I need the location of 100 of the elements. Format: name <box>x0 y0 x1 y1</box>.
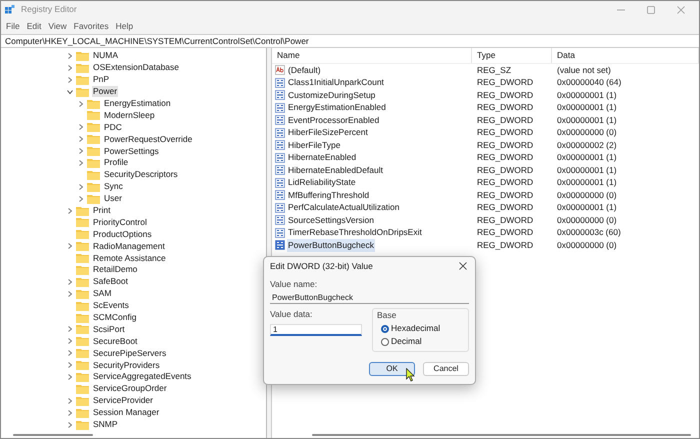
tree-item[interactable]: SecurePipeServers <box>92 348 168 359</box>
tree-item[interactable]: ServiceGroupOrder <box>92 383 168 394</box>
table-row[interactable]: CustomizeDuringSetup REG_DWORD 0x00000001 (1) <box>272 89 699 102</box>
dialog-button[interactable]: OK <box>369 362 415 376</box>
tree-item[interactable]: SecureBoot <box>92 336 138 347</box>
tree-item[interactable]: SecurityDescriptors <box>103 169 179 180</box>
value-name: HibernateEnabledDefault <box>287 164 384 177</box>
column-header[interactable]: Name <box>272 48 472 63</box>
tree-item[interactable]: SCMConfig <box>92 312 138 324</box>
table-row[interactable]: PowerButtonBugcheck REG_DWORD 0x00000000 (0) <box>272 239 699 252</box>
tree-item[interactable]: Session Manager <box>92 407 160 418</box>
tree-item[interactable]: SNMP <box>92 419 119 430</box>
tree-item[interactable]: ServiceProvider <box>92 395 154 406</box>
folder-icon <box>76 360 89 370</box>
tree-item[interactable]: ServiceAggregatedEvents <box>92 371 192 382</box>
table-row[interactable]: HibernateEnabledDefault REG_DWORD 0x00000001 (1) <box>272 164 699 176</box>
address-bar[interactable]: Computer\HKEY_LOCAL_MACHINE\SYSTEM\CurrentControlSet\Control\Power <box>1 34 699 48</box>
value-name: TimerRebaseThresholdOnDripsExit <box>287 226 423 240</box>
table-row[interactable]: HiberFileType REG_DWORD 0x00000002 (2) <box>272 139 699 152</box>
tree-item[interactable]: Remote Assistance <box>92 252 167 264</box>
folder-icon <box>76 312 89 323</box>
tree-item[interactable]: Print <box>92 205 112 216</box>
tree-item[interactable]: Profile <box>103 157 130 168</box>
column-header[interactable]: Data <box>552 48 699 63</box>
binary-value-icon <box>275 140 285 150</box>
value-name: (Default) <box>287 64 322 77</box>
tree-item[interactable]: ScEvents <box>92 300 130 312</box>
radio-button[interactable] <box>381 338 389 346</box>
value-name-field[interactable]: PowerButtonBugcheck <box>270 291 469 304</box>
table-row[interactable]: EventProcessorEnabled REG_DWORD 0x00000001 (1) <box>272 114 699 126</box>
table-cell-text: REG_DWORD <box>476 164 534 177</box>
tree-item[interactable]: SafeBoot <box>92 276 129 288</box>
tree-item[interactable]: SecurityProviders <box>92 360 161 371</box>
menu-item[interactable]: Edit <box>26 20 42 32</box>
folder-icon <box>76 241 89 252</box>
folder-icon <box>87 146 100 156</box>
folder-icon <box>76 253 89 264</box>
table-cell-text: REG_DWORD <box>476 126 534 140</box>
close-icon[interactable] <box>459 262 467 270</box>
folder-icon <box>76 408 89 418</box>
menu-item[interactable]: Help <box>116 20 134 32</box>
chevron-right-icon[interactable] <box>78 100 84 106</box>
tree-item[interactable]: PowerSettings <box>103 146 160 157</box>
table-row[interactable]: SourceSettingsVersion REG_DWORD 0x00000000 (0) <box>272 214 699 226</box>
value-name: Class1InitialUnparkCount <box>287 76 385 90</box>
tree-item[interactable]: PriorityControl <box>92 216 148 228</box>
tree-item[interactable]: RetailDemo <box>92 264 138 276</box>
binary-value-icon <box>275 152 285 163</box>
table-row[interactable]: HibernateEnabled REG_DWORD 0x00000001 (1) <box>272 152 699 164</box>
menu-item[interactable]: Favorites <box>74 20 109 32</box>
binary-value-icon <box>275 202 285 213</box>
table-cell-text: REG_DWORD <box>476 188 534 202</box>
menu-item[interactable]: View <box>48 20 67 32</box>
table-cell-text: 0x00000040 (64) <box>556 76 622 90</box>
table-row[interactable]: Class1InitialUnparkCount REG_DWORD 0x00000040 (64) <box>272 76 699 89</box>
tree-item[interactable]: ScsiPort <box>92 324 126 335</box>
tree-item[interactable]: NUMA <box>92 50 120 62</box>
tree-item[interactable]: SAM <box>92 288 112 300</box>
scrollbar[interactable] <box>13 434 93 436</box>
table-row[interactable]: PerfCalculateActualUtilization REG_DWORD 0x00000001 (1) <box>272 202 699 214</box>
tree-item[interactable]: EnergyEstimation <box>103 98 172 109</box>
table-row[interactable]: (Default) REG_SZ (value not set) <box>272 64 699 76</box>
tree-item[interactable]: RadioManagement <box>92 240 166 252</box>
column-header[interactable]: Type <box>472 48 552 63</box>
table-cell-text: 0x00000001 (1) <box>556 176 617 190</box>
table-row[interactable]: MfBufferingThreshold REG_DWORD 0x00000000 (0) <box>272 189 699 202</box>
tree-item[interactable]: Power <box>92 86 118 98</box>
tree-item[interactable]: PowerRequestOverride <box>103 134 194 145</box>
folder-icon <box>76 372 89 382</box>
tree-item[interactable]: OSExtensionDatabase <box>92 62 180 74</box>
value-name: MfBufferingThreshold <box>287 188 370 202</box>
value-name: LidReliabilityState <box>287 176 357 190</box>
maximize-icon[interactable] <box>647 6 655 14</box>
binary-value-icon <box>275 165 285 176</box>
chevron-right-icon[interactable] <box>67 243 73 250</box>
table-row[interactable]: TimerRebaseThresholdOnDripsExit REG_DWORD 0x0000003c (60) <box>272 226 699 239</box>
table-row[interactable]: EnergyEstimationEnabled REG_DWORD 0x00000001 (1) <box>272 102 699 114</box>
dialog-button[interactable]: Cancel <box>423 362 469 376</box>
tree-item[interactable]: ModernSleep <box>103 110 156 121</box>
value-data-field[interactable]: 1 <box>270 324 362 336</box>
table-cell-text: (value not set) <box>556 64 611 77</box>
radio-button[interactable] <box>381 324 389 332</box>
string-value-icon <box>275 65 285 76</box>
value-name: HiberFileSizePercent <box>287 126 369 140</box>
tree-item[interactable]: PnP <box>92 74 110 86</box>
table-cell-text: REG_DWORD <box>476 138 534 152</box>
table-cell-text: REG_DWORD <box>476 101 534 114</box>
tree-item[interactable]: Sync <box>103 181 124 192</box>
table-cell-text: 0x00000000 (0) <box>556 126 617 140</box>
scrollbar[interactable] <box>312 434 691 436</box>
tree-item[interactable]: ProductOptions <box>92 228 153 240</box>
folder-icon <box>87 110 100 120</box>
tree-item[interactable]: PDC <box>103 122 123 133</box>
chevron-down-icon[interactable] <box>67 88 73 95</box>
mouse-pointer-icon <box>406 368 415 382</box>
radio-label: Hexadecimal <box>391 322 440 335</box>
table-row[interactable]: HiberFileSizePercent REG_DWORD 0x00000000 (0) <box>272 126 699 139</box>
table-row[interactable]: LidReliabilityState REG_DWORD 0x00000001 (1) <box>272 176 699 189</box>
tree-item[interactable]: User <box>103 193 123 204</box>
menu-item[interactable]: File <box>6 20 20 32</box>
